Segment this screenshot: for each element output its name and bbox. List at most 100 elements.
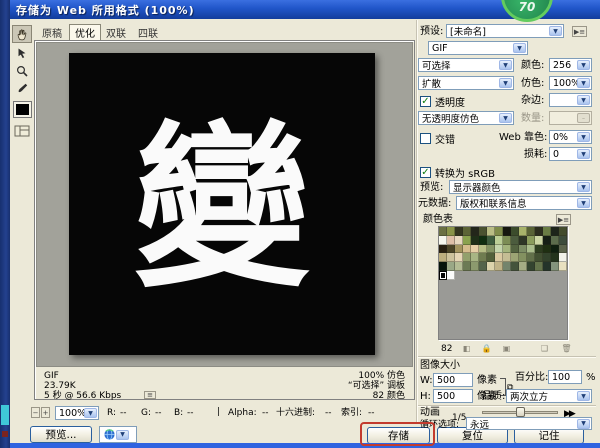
color-swatch[interactable]: [447, 262, 455, 271]
color-swatch[interactable]: [527, 227, 535, 236]
preset-menu-icon[interactable]: ▶≡: [572, 26, 587, 37]
percent-input[interactable]: 100: [548, 370, 582, 384]
color-swatch[interactable]: [559, 245, 567, 254]
color-swatch[interactable]: [519, 236, 527, 245]
color-swatch[interactable]: [479, 262, 487, 271]
preview-in-browser-button[interactable]: 预览...: [30, 426, 92, 443]
color-swatch[interactable]: [551, 253, 559, 262]
dither-method-select[interactable]: 扩散 ▼: [418, 76, 514, 90]
color-swatch[interactable]: [559, 262, 567, 271]
color-swatch[interactable]: [471, 245, 479, 254]
color-swatch[interactable]: [551, 245, 559, 254]
color-swatch[interactable]: [487, 253, 495, 262]
color-swatch[interactable]: [463, 236, 471, 245]
zoom-in-button[interactable]: +: [41, 407, 50, 418]
color-swatch[interactable]: [559, 227, 567, 236]
color-swatch[interactable]: [471, 262, 479, 271]
eyedropper-tool[interactable]: [12, 80, 32, 98]
new-color-icon[interactable]: ❑: [538, 343, 551, 354]
web-snap-select[interactable]: 0% ▼: [549, 130, 592, 144]
quality-select[interactable]: 两次立方 ▼: [506, 389, 592, 403]
image-preview[interactable]: 變: [69, 53, 375, 355]
height-input[interactable]: 500: [433, 389, 473, 403]
hand-tool[interactable]: [12, 25, 32, 43]
color-swatch[interactable]: [455, 236, 463, 245]
color-swatch[interactable]: [447, 271, 455, 280]
color-swatch[interactable]: [479, 236, 487, 245]
color-swatch[interactable]: [463, 227, 471, 236]
color-swatch[interactable]: [551, 262, 559, 271]
color-swatch[interactable]: [543, 253, 551, 262]
color-swatch[interactable]: [503, 236, 511, 245]
color-swatch[interactable]: [551, 227, 559, 236]
color-swatch[interactable]: [487, 227, 495, 236]
trash-icon[interactable]: 🗑: [560, 343, 573, 354]
lock-color-icon[interactable]: 🔒: [480, 343, 493, 354]
color-swatch[interactable]: [479, 253, 487, 262]
color-swatch[interactable]: [439, 245, 447, 254]
color-swatch[interactable]: [543, 236, 551, 245]
color-swatch[interactable]: [511, 253, 519, 262]
color-swatch[interactable]: [527, 245, 535, 254]
matte-select[interactable]: ▼: [549, 93, 592, 107]
color-swatch[interactable]: [439, 271, 447, 280]
color-swatch[interactable]: [471, 253, 479, 262]
color-swatch[interactable]: [511, 245, 519, 254]
color-swatch[interactable]: [527, 253, 535, 262]
tab-original[interactable]: 原稿: [37, 24, 67, 40]
color-swatch[interactable]: [511, 262, 519, 271]
color-swatch[interactable]: [535, 236, 543, 245]
colors-select[interactable]: 256 ▼: [549, 58, 592, 72]
optimized-preview-canvas[interactable]: 變: [36, 42, 413, 367]
color-swatch[interactable]: [439, 236, 447, 245]
color-swatch[interactable]: [543, 227, 551, 236]
color-swatch[interactable]: [535, 227, 543, 236]
add-color-icon[interactable]: ▣: [500, 343, 513, 354]
tab-2up[interactable]: 双联: [101, 24, 131, 40]
snap-web-palette-icon[interactable]: ◧: [460, 343, 473, 354]
preview-mode-select[interactable]: 显示器颜色 ▼: [449, 180, 592, 194]
color-swatch[interactable]: [447, 253, 455, 262]
color-swatch[interactable]: [471, 227, 479, 236]
color-swatch[interactable]: [543, 262, 551, 271]
color-swatch[interactable]: [527, 236, 535, 245]
width-input[interactable]: 500: [433, 373, 473, 387]
zoom-tool[interactable]: [12, 62, 32, 80]
convert-srgb-checkbox[interactable]: ✓ 转换为 sRGB: [420, 165, 495, 180]
color-swatch[interactable]: [455, 262, 463, 271]
color-table-menu-icon[interactable]: ▶≡: [556, 214, 571, 225]
color-swatch[interactable]: [535, 262, 543, 271]
color-swatch[interactable]: [487, 245, 495, 254]
color-swatch[interactable]: [503, 262, 511, 271]
slice-select-tool[interactable]: [12, 44, 32, 62]
browser-select[interactable]: ▼: [99, 426, 137, 443]
color-swatch[interactable]: [519, 253, 527, 262]
color-swatch[interactable]: [447, 245, 455, 254]
metadata-select[interactable]: 版权和联系信息 ▼: [456, 196, 592, 210]
color-swatch[interactable]: [447, 227, 455, 236]
color-swatch[interactable]: [527, 262, 535, 271]
tab-4up[interactable]: 四联: [133, 24, 163, 40]
color-swatch[interactable]: [519, 227, 527, 236]
zoom-out-button[interactable]: −: [31, 407, 40, 418]
color-swatch[interactable]: [503, 245, 511, 254]
color-swatch[interactable]: [463, 253, 471, 262]
color-swatch[interactable]: [463, 245, 471, 254]
toggle-slices-visibility[interactable]: [12, 122, 32, 140]
status-flyout-icon[interactable]: ≡: [144, 391, 156, 399]
format-select[interactable]: GIF ▼: [428, 41, 528, 55]
color-swatch[interactable]: [519, 245, 527, 254]
color-swatch[interactable]: [503, 227, 511, 236]
interlaced-checkbox[interactable]: 交错: [420, 131, 455, 146]
color-swatch[interactable]: [439, 253, 447, 262]
color-swatch[interactable]: [495, 253, 503, 262]
color-swatch[interactable]: [487, 262, 495, 271]
color-swatch[interactable]: [511, 236, 519, 245]
color-swatch[interactable]: [543, 245, 551, 254]
color-swatch[interactable]: [559, 253, 567, 262]
color-swatch[interactable]: [535, 245, 543, 254]
color-swatch[interactable]: [479, 227, 487, 236]
color-swatch[interactable]: [439, 227, 447, 236]
color-reduction-select[interactable]: 可选择 ▼: [418, 58, 514, 72]
color-swatch[interactable]: [511, 227, 519, 236]
